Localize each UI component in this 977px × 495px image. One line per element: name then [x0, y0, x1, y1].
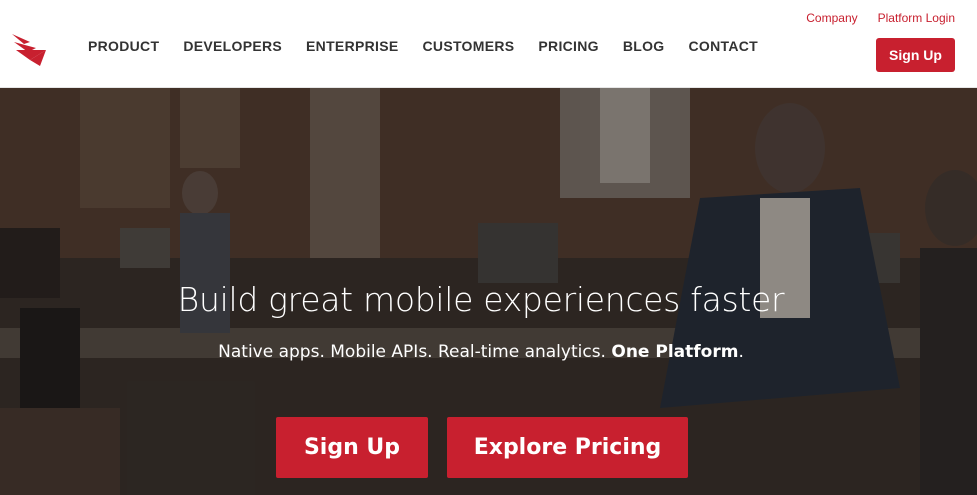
hero-subtitle-period: .	[738, 342, 744, 362]
header-signup-button[interactable]: Sign Up	[876, 38, 955, 72]
main-nav: PRODUCT DEVELOPERS ENTERPRISE CUSTOMERS …	[88, 38, 782, 54]
nav-item-product[interactable]: PRODUCT	[88, 38, 159, 54]
nav-item-blog[interactable]: BLOG	[623, 38, 665, 54]
platform-login-link[interactable]: Platform Login	[878, 11, 955, 25]
nav-item-developers[interactable]: DEVELOPERS	[183, 38, 282, 54]
utility-nav: Company Platform Login	[786, 11, 955, 25]
hero-title: Build great mobile experiences faster	[177, 280, 785, 319]
hero-signup-button[interactable]: Sign Up	[276, 417, 428, 478]
hero-section: Build great mobile experiences faster Na…	[0, 88, 977, 495]
company-link[interactable]: Company	[806, 11, 857, 25]
site-header: PRODUCT DEVELOPERS ENTERPRISE CUSTOMERS …	[0, 0, 977, 88]
hero-subtitle-text: Native apps. Mobile APIs. Real-time anal…	[218, 342, 612, 362]
hero-subtitle: Native apps. Mobile APIs. Real-time anal…	[0, 342, 962, 362]
nav-item-enterprise[interactable]: ENTERPRISE	[306, 38, 398, 54]
nav-item-customers[interactable]: CUSTOMERS	[423, 38, 515, 54]
hero-subtitle-emphasis: One Platform	[611, 342, 739, 362]
nav-item-contact[interactable]: CONTACT	[689, 38, 759, 54]
explore-pricing-button[interactable]: Explore Pricing	[447, 417, 688, 478]
nav-item-pricing[interactable]: PRICING	[538, 38, 598, 54]
bird-logo-icon[interactable]	[10, 30, 52, 70]
